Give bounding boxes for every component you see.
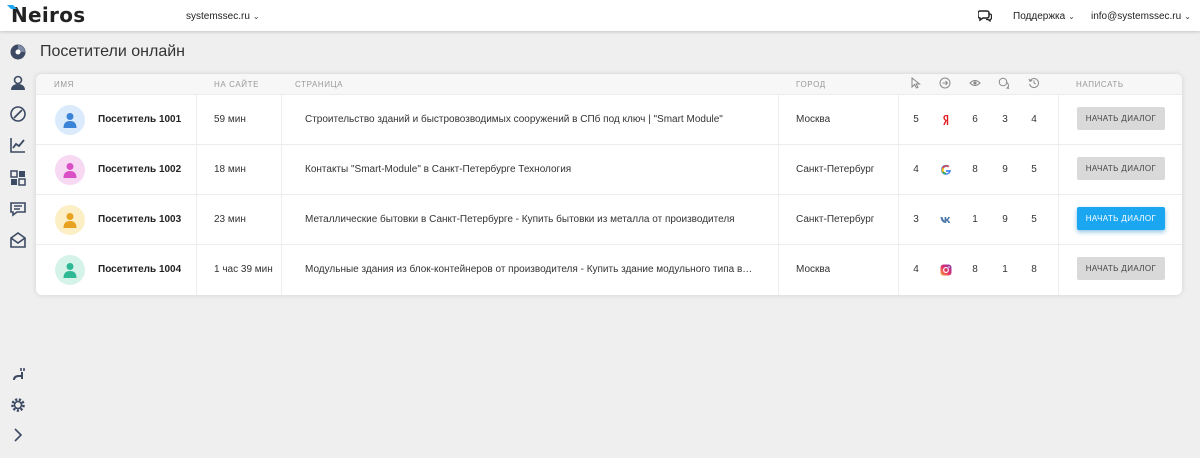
start-dialog-button[interactable]: НАЧАТЬ ДИАЛОГ xyxy=(1077,257,1165,280)
eye-icon xyxy=(969,80,981,86)
visitor-city: Санкт-Петербург xyxy=(796,214,875,225)
visits-count: 5 xyxy=(1031,214,1037,225)
logo[interactable]: Neiros xyxy=(7,3,86,27)
table-row[interactable]: Посетитель 1002 18 мин Контакты "Smart-M… xyxy=(36,144,1182,194)
site-selector-label: systemssec.ru xyxy=(186,11,250,22)
sidebar xyxy=(0,31,35,458)
time-on-site: 59 мин xyxy=(214,114,246,125)
avatar xyxy=(55,255,85,285)
visitor-city: Москва xyxy=(796,114,831,125)
yandex-icon xyxy=(940,113,952,125)
views-count: 6 xyxy=(972,114,978,125)
column-header-name: ИМЯ xyxy=(54,80,74,89)
user-icon xyxy=(63,113,77,128)
visits-count: 4 xyxy=(1031,114,1037,125)
column-header-write: НАПИСАТЬ xyxy=(1076,80,1124,89)
time-on-site: 1 час 39 мин xyxy=(214,264,273,275)
support-label: Поддержка xyxy=(1013,11,1066,22)
start-dialog-button[interactable]: НАЧАТЬ ДИАЛОГ xyxy=(1077,207,1165,230)
clicks-count: 4 xyxy=(913,264,919,275)
arrow-circle-icon xyxy=(939,77,951,89)
page-title-link[interactable]: Модульные здания из блок-контейнеров от … xyxy=(305,264,753,275)
avatar xyxy=(55,205,85,235)
chat-icon[interactable] xyxy=(978,9,992,22)
chevron-right-icon[interactable] xyxy=(9,426,27,444)
chevron-down-icon: ⌄ xyxy=(1184,12,1191,21)
chat-bubbles-icon xyxy=(998,77,1010,89)
user-icon xyxy=(63,263,77,278)
dashboard-icon[interactable] xyxy=(9,43,27,61)
page-title-link[interactable]: Металлические бытовки в Санкт-Петербурге… xyxy=(305,214,753,225)
settings-icon[interactable] xyxy=(9,396,27,414)
chat-messages-icon[interactable] xyxy=(9,200,27,218)
chevron-down-icon: ⌄ xyxy=(1068,12,1075,21)
logo-mark-icon xyxy=(7,5,17,9)
column-header-time: НА САЙТЕ xyxy=(214,80,260,89)
analytics-icon[interactable] xyxy=(9,105,27,123)
visitor-name[interactable]: Посетитель 1002 xyxy=(98,164,181,175)
cursor-icon xyxy=(911,77,921,89)
visitor-name[interactable]: Посетитель 1003 xyxy=(98,214,181,225)
visitor-city: Санкт-Петербург xyxy=(796,164,875,175)
account-menu[interactable]: info@systemssec.ru ⌄ xyxy=(1091,11,1191,22)
widgets-icon[interactable] xyxy=(9,169,27,187)
history-icon xyxy=(1028,78,1039,89)
visitor-city: Москва xyxy=(796,264,831,275)
clicks-count: 4 xyxy=(913,164,919,175)
visits-count: 8 xyxy=(1031,264,1037,275)
visits-count: 5 xyxy=(1031,164,1037,175)
top-bar: Neiros systemssec.ru ⌄ Поддержка ⌄ info@sy… xyxy=(0,0,1200,31)
visitors-icon[interactable] xyxy=(9,74,27,92)
vk-icon xyxy=(940,213,952,225)
views-count: 8 xyxy=(972,164,978,175)
instagram-icon xyxy=(940,263,952,276)
page-title-link[interactable]: Строительство зданий и быстровозводимых … xyxy=(305,114,753,125)
avatar xyxy=(55,155,85,185)
chart-line-icon[interactable] xyxy=(9,136,27,154)
table-row[interactable]: Посетитель 1003 23 мин Металлические быт… xyxy=(36,194,1182,244)
views-count: 8 xyxy=(972,264,978,275)
avatar xyxy=(55,105,85,135)
column-header-city: ГОРОД xyxy=(796,80,826,89)
chats-count: 1 xyxy=(1002,264,1008,275)
start-dialog-button[interactable]: НАЧАТЬ ДИАЛОГ xyxy=(1077,157,1165,180)
visitors-table: ИМЯ НА САЙТЕ СТРАНИЦА ГОРОД НАПИСАТЬ Пос… xyxy=(36,74,1182,295)
user-icon xyxy=(63,163,77,178)
clicks-count: 5 xyxy=(913,114,919,125)
start-dialog-button[interactable]: НАЧАТЬ ДИАЛОГ xyxy=(1077,107,1165,130)
views-count: 1 xyxy=(972,214,978,225)
mail-icon[interactable] xyxy=(9,231,27,249)
time-on-site: 18 мин xyxy=(214,164,246,175)
logo-text: Neiros xyxy=(11,3,86,27)
chevron-down-icon: ⌄ xyxy=(252,12,260,21)
support-menu[interactable]: Поддержка ⌄ xyxy=(1013,11,1075,22)
table-row[interactable]: Посетитель 1001 59 мин Строительство зда… xyxy=(36,94,1182,144)
account-label: info@systemssec.ru xyxy=(1091,11,1182,22)
chats-count: 9 xyxy=(1002,214,1008,225)
table-header: ИМЯ НА САЙТЕ СТРАНИЦА ГОРОД НАПИСАТЬ xyxy=(36,74,1182,94)
google-icon xyxy=(940,163,952,175)
chats-count: 9 xyxy=(1002,164,1008,175)
table-row[interactable]: Посетитель 1004 1 час 39 мин Модульные з… xyxy=(36,244,1182,294)
user-icon xyxy=(63,213,77,228)
chats-count: 3 xyxy=(1002,114,1008,125)
visitor-name[interactable]: Посетитель 1004 xyxy=(98,264,181,275)
site-selector[interactable]: systemssec.ru ⌄ xyxy=(186,11,260,22)
time-on-site: 23 мин xyxy=(214,214,246,225)
column-header-page: СТРАНИЦА xyxy=(295,80,344,89)
clicks-count: 3 xyxy=(913,214,919,225)
visitor-name[interactable]: Посетитель 1001 xyxy=(98,114,181,125)
integrations-icon[interactable] xyxy=(9,366,27,384)
page-title: Посетители онлайн xyxy=(40,43,186,60)
page-title-link[interactable]: Контакты "Smart-Module" в Санкт-Петербур… xyxy=(305,164,753,175)
